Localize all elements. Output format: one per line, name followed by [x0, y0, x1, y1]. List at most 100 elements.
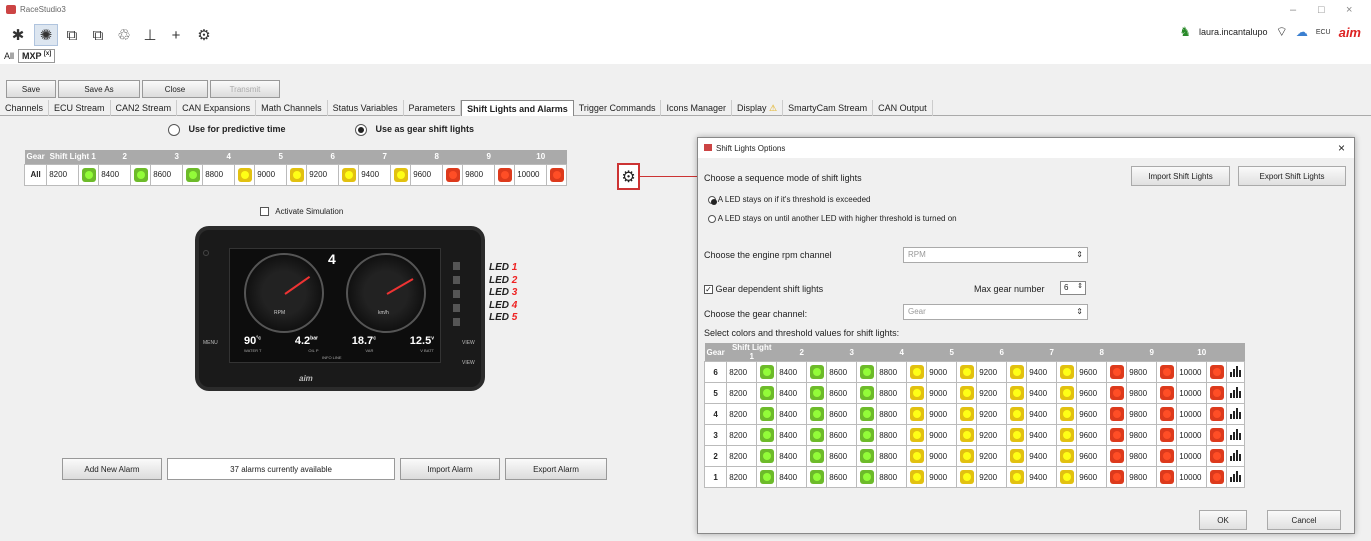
threshold-input[interactable]: 9800 — [1126, 445, 1158, 467]
led-color-button[interactable] — [806, 424, 828, 446]
activate-simulation[interactable]: Activate Simulation — [260, 207, 343, 217]
dialog-close-icon[interactable]: × — [1338, 141, 1345, 155]
led-color-button[interactable] — [182, 163, 204, 186]
led-color-button[interactable] — [906, 445, 928, 467]
led-color-button[interactable] — [956, 466, 978, 488]
threshold-input[interactable]: 8600 — [826, 382, 858, 404]
ok-button[interactable]: OK — [1199, 510, 1247, 530]
tab-shift-lights-and-alarms[interactable]: Shift Lights and Alarms — [461, 100, 574, 116]
led-color-button[interactable] — [906, 361, 928, 383]
add-icon[interactable]: + — [164, 24, 188, 46]
led-color-button[interactable] — [806, 382, 828, 404]
led-color-button[interactable] — [1056, 403, 1078, 425]
spinner-arrows-icon[interactable]: ⇕ — [1077, 282, 1083, 290]
led-color-button[interactable] — [806, 445, 828, 467]
threshold-input[interactable]: 9400 — [1026, 466, 1058, 488]
tab-ecu-stream[interactable]: ECU Stream — [49, 100, 111, 116]
threshold-input[interactable]: 8200 — [726, 424, 758, 446]
threshold-input[interactable]: 9600 — [1076, 424, 1108, 446]
threshold-input[interactable]: 9000 — [926, 382, 958, 404]
threshold-input[interactable]: 8800 — [876, 361, 908, 383]
tab-math-channels[interactable]: Math Channels — [256, 100, 328, 116]
gauge-device-icon[interactable]: ✺ — [34, 24, 58, 46]
led-color-button[interactable] — [1106, 424, 1128, 446]
export-alarm-button[interactable]: Export Alarm — [505, 458, 607, 480]
activate-simulation-checkbox[interactable] — [260, 207, 269, 217]
threshold-input[interactable]: 9200 — [976, 445, 1008, 467]
predictive-option[interactable]: Use for predictive time — [168, 124, 286, 136]
threshold-input[interactable]: 8600 — [150, 163, 184, 186]
gear-channel-select[interactable]: Gear ⇕ — [903, 304, 1088, 320]
cancel-button[interactable]: Cancel — [1267, 510, 1341, 530]
threshold-input[interactable]: 9400 — [1026, 424, 1058, 446]
threshold-input[interactable]: 10000 — [514, 163, 548, 186]
settings-icon[interactable]: ⚙ — [192, 24, 216, 46]
cloud-icon[interactable]: ☁ — [1296, 25, 1308, 39]
tab-smartycam-stream[interactable]: SmartyCam Stream — [783, 100, 874, 116]
minimize-button[interactable]: – — [1290, 4, 1296, 16]
led-color-button[interactable] — [338, 163, 360, 186]
led-color-button[interactable] — [1206, 403, 1228, 425]
led-color-button[interactable] — [956, 424, 978, 446]
threshold-input[interactable]: 9800 — [1126, 424, 1158, 446]
threshold-input[interactable]: 9800 — [1126, 403, 1158, 425]
config-icon[interactable]: ⧉ — [60, 24, 84, 46]
threshold-input[interactable]: 9400 — [1026, 382, 1058, 404]
predictive-radio[interactable] — [168, 124, 180, 136]
threshold-input[interactable]: 8200 — [726, 382, 758, 404]
bar-chart-icon[interactable] — [1226, 403, 1246, 425]
threshold-input[interactable]: 9000 — [926, 424, 958, 446]
led-color-button[interactable] — [1106, 361, 1128, 383]
threshold-input[interactable]: 8600 — [826, 403, 858, 425]
threshold-input[interactable]: 9600 — [1076, 361, 1108, 383]
led-color-button[interactable] — [906, 382, 928, 404]
threshold-input[interactable]: 9000 — [254, 163, 288, 186]
tab-status-variables[interactable]: Status Variables — [328, 100, 404, 116]
threshold-input[interactable]: 9200 — [306, 163, 340, 186]
led-color-button[interactable] — [1206, 424, 1228, 446]
wrench-icon[interactable]: ✱ — [6, 24, 30, 46]
led-color-button[interactable] — [956, 445, 978, 467]
close-button[interactable]: Close — [142, 80, 208, 98]
led-color-button[interactable] — [1056, 466, 1078, 488]
threshold-input[interactable]: 9000 — [926, 403, 958, 425]
led-color-button[interactable] — [1156, 403, 1178, 425]
import-shift-lights-button[interactable]: Import Shift Lights — [1131, 166, 1230, 186]
threshold-input[interactable]: 8600 — [826, 361, 858, 383]
led-color-button[interactable] — [130, 163, 152, 186]
threshold-input[interactable]: 8800 — [202, 163, 236, 186]
threshold-input[interactable]: 9000 — [926, 361, 958, 383]
user-name[interactable]: laura.incantalupo — [1199, 27, 1268, 37]
analysis-icon[interactable]: ♲ — [112, 24, 136, 46]
threshold-input[interactable]: 9200 — [976, 466, 1008, 488]
led-color-button[interactable] — [856, 445, 878, 467]
threshold-input[interactable]: 10000 — [1176, 445, 1208, 467]
bar-chart-icon[interactable] — [1226, 445, 1246, 467]
led-color-button[interactable] — [906, 424, 928, 446]
led-color-button[interactable] — [546, 163, 568, 186]
led-color-button[interactable] — [286, 163, 308, 186]
threshold-input[interactable]: 10000 — [1176, 382, 1208, 404]
threshold-input[interactable]: 9200 — [976, 382, 1008, 404]
tab-channels[interactable]: Channels — [0, 100, 50, 116]
add-new-alarm-button[interactable]: Add New Alarm — [62, 458, 162, 480]
threshold-input[interactable]: 9400 — [1026, 403, 1058, 425]
led-color-button[interactable] — [806, 361, 828, 383]
led-color-button[interactable] — [856, 361, 878, 383]
threshold-input[interactable]: 8200 — [726, 403, 758, 425]
rpm-channel-select[interactable]: RPM ⇕ — [903, 247, 1088, 263]
threshold-input[interactable]: 10000 — [1176, 403, 1208, 425]
led-color-button[interactable] — [906, 403, 928, 425]
led-color-button[interactable] — [756, 361, 778, 383]
save-button[interactable]: Save — [6, 80, 56, 98]
threshold-input[interactable]: 9600 — [1076, 466, 1108, 488]
threshold-input[interactable]: 8400 — [776, 361, 808, 383]
threshold-input[interactable]: 8800 — [876, 403, 908, 425]
led-color-button[interactable] — [756, 466, 778, 488]
led-color-button[interactable] — [1206, 445, 1228, 467]
threshold-input[interactable]: 10000 — [1176, 424, 1208, 446]
led-color-button[interactable] — [956, 382, 978, 404]
tab-can-expansions[interactable]: CAN Expansions — [177, 100, 257, 116]
tab-trigger-commands[interactable]: Trigger Commands — [574, 100, 662, 116]
led-color-button[interactable] — [756, 424, 778, 446]
